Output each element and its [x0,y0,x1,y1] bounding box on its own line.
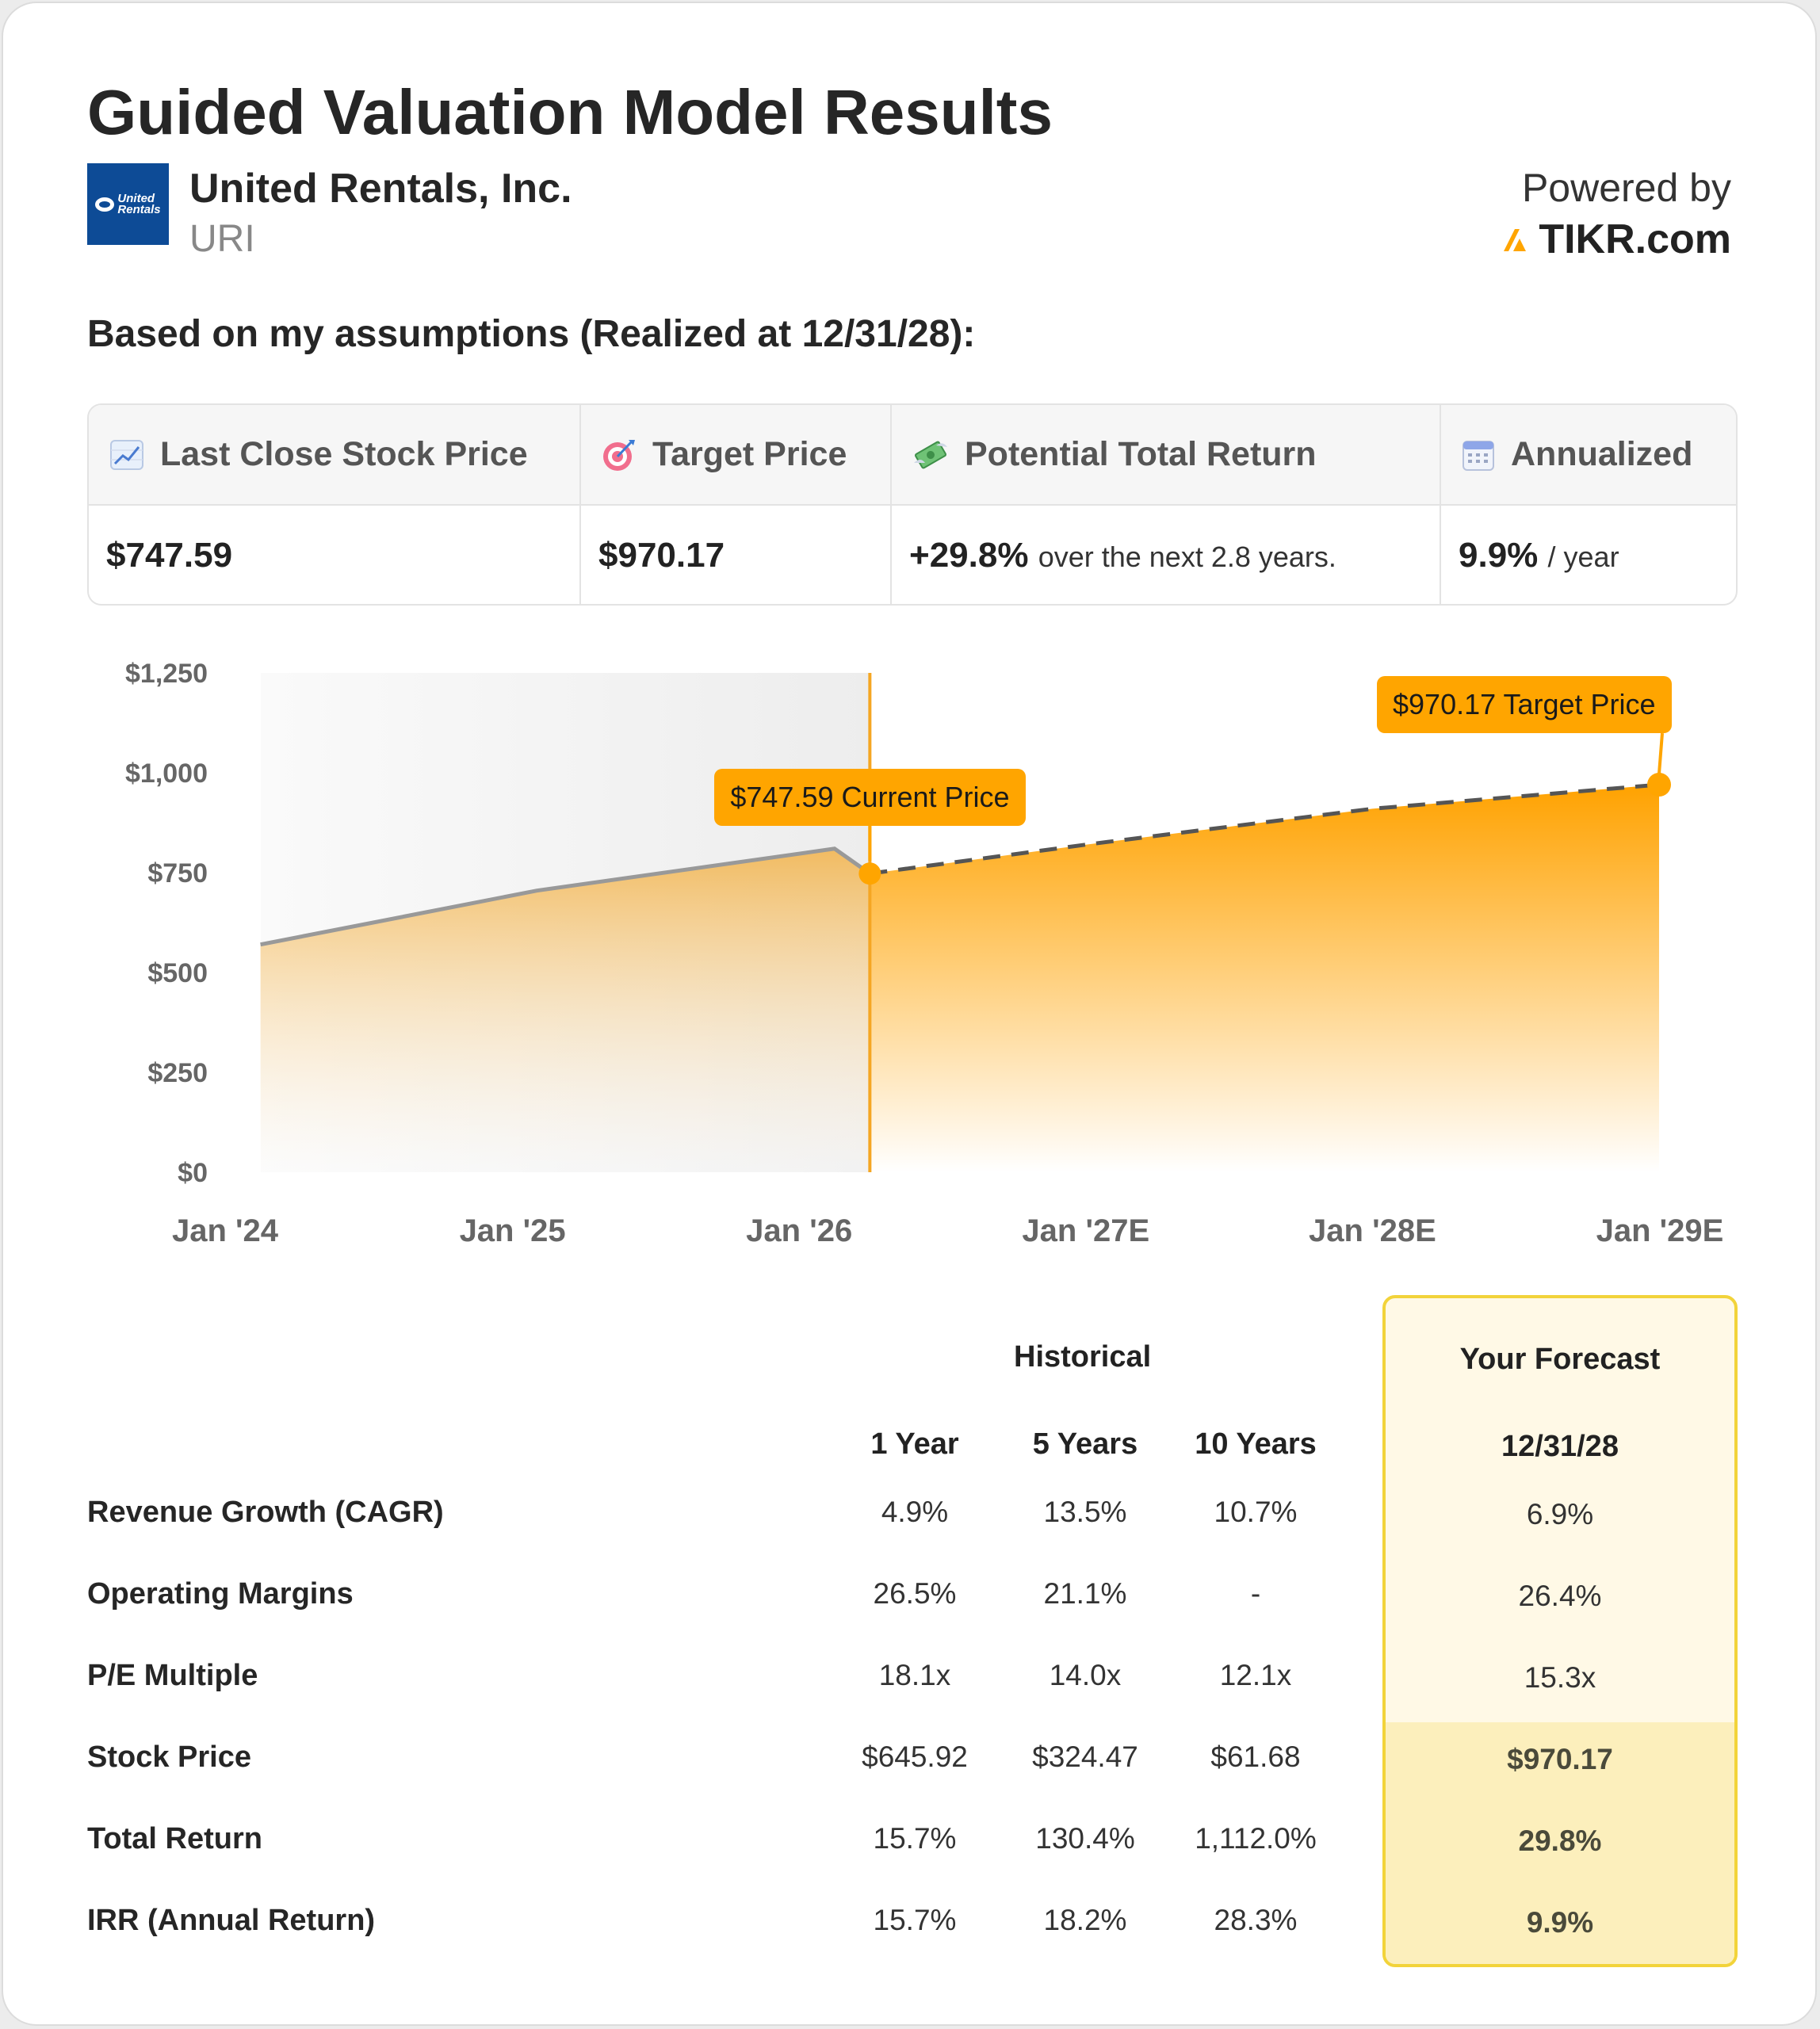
col-header-5-years: 5 Years [1032,1427,1138,1461]
row-label-stock-price: Stock Price [87,1741,251,1774]
y-tick-label: $1,000 [125,758,208,789]
row-label-irr: IRR (Annual Return) [87,1904,376,1937]
cell-revenue-1y: 4.9% [881,1496,949,1528]
forecast-area [870,785,1659,1172]
cell-price-forecast: $970.17 [1507,1743,1613,1775]
cell-pe-1y: 18.1x [878,1659,951,1691]
y-axis: $0 $250 $500 $750 $1,000 $1,250 [125,659,208,1188]
row-label-pe-multiple: P/E Multiple [87,1659,258,1692]
target-price-connector [1658,732,1665,774]
cell-margins-1y: 26.5% [873,1577,957,1610]
row-label-operating-margins: Operating Margins [87,1577,354,1611]
cell-irr-10y: 28.3% [1214,1904,1298,1936]
cell-price-10y: $61.68 [1210,1741,1301,1773]
cell-pe-5y: 14.0x [1049,1659,1122,1691]
cell-irr-1y: 15.7% [873,1904,957,1936]
x-tick-label: Jan '25 [460,1213,566,1248]
cell-revenue-10y: 10.7% [1214,1496,1298,1528]
col-header-10-years: 10 Years [1195,1427,1317,1461]
cell-pe-forecast: 15.3x [1524,1661,1596,1694]
forecast-column [1382,1295,1738,1967]
col-header-1-year: 1 Year [870,1427,959,1461]
col-header-forecast-date: 12/31/28 [1501,1430,1619,1463]
cell-return-forecast: 29.8% [1518,1825,1602,1857]
cell-irr-5y: 18.2% [1043,1904,1127,1936]
cell-revenue-5y: 13.5% [1043,1496,1127,1528]
target-price-callout: $970.17 Target Price [1377,676,1672,734]
y-tick-label: $500 [147,958,208,988]
cell-revenue-forecast: 6.9% [1526,1498,1594,1530]
x-tick-label: Jan '29E [1596,1213,1724,1248]
cell-return-5y: 130.4% [1035,1822,1135,1855]
x-tick-label: Jan '28E [1309,1213,1436,1248]
y-tick-label: $0 [178,1158,208,1188]
row-label-total-return: Total Return [87,1822,262,1855]
cell-price-1y: $645.92 [862,1741,968,1773]
cell-margins-forecast: 26.4% [1518,1580,1602,1612]
price-chart: $0$250$500$750$1,000$1,250 Jan '24 Jan '2… [125,659,1723,1248]
target-price-marker [1647,773,1672,797]
cell-margins-5y: 21.1% [1043,1577,1127,1610]
current-price-callout: $747.59 Current Price [714,769,1026,827]
cell-price-5y: $324.47 [1032,1741,1138,1773]
y-tick-label: $1,250 [125,659,208,689]
y-tick-label: $250 [147,1058,208,1088]
cell-return-10y: 1,112.0% [1195,1822,1317,1855]
forecast-header: Your Forecast [1459,1343,1661,1376]
cell-pe-10y: 12.1x [1219,1659,1292,1691]
x-tick-label: Jan '26 [746,1213,852,1248]
results-card: Guided Valuation Model Results United Re… [2,2,1817,2026]
x-axis: Jan '24 Jan '25 Jan '26 Jan '27E Jan '28E Jan… [172,1213,1723,1248]
current-price-marker [858,862,881,885]
x-tick-label: Jan '27E [1022,1213,1149,1248]
cell-irr-forecast: 9.9% [1526,1906,1594,1939]
cell-return-1y: 15.7% [873,1822,957,1855]
row-label-revenue-growth: Revenue Growth (CAGR) [87,1496,444,1529]
y-tick-label: $750 [147,858,208,888]
cell-margins-10y: - [1250,1577,1261,1610]
x-tick-label: Jan '24 [172,1213,279,1248]
historical-header: Historical [1014,1340,1152,1374]
